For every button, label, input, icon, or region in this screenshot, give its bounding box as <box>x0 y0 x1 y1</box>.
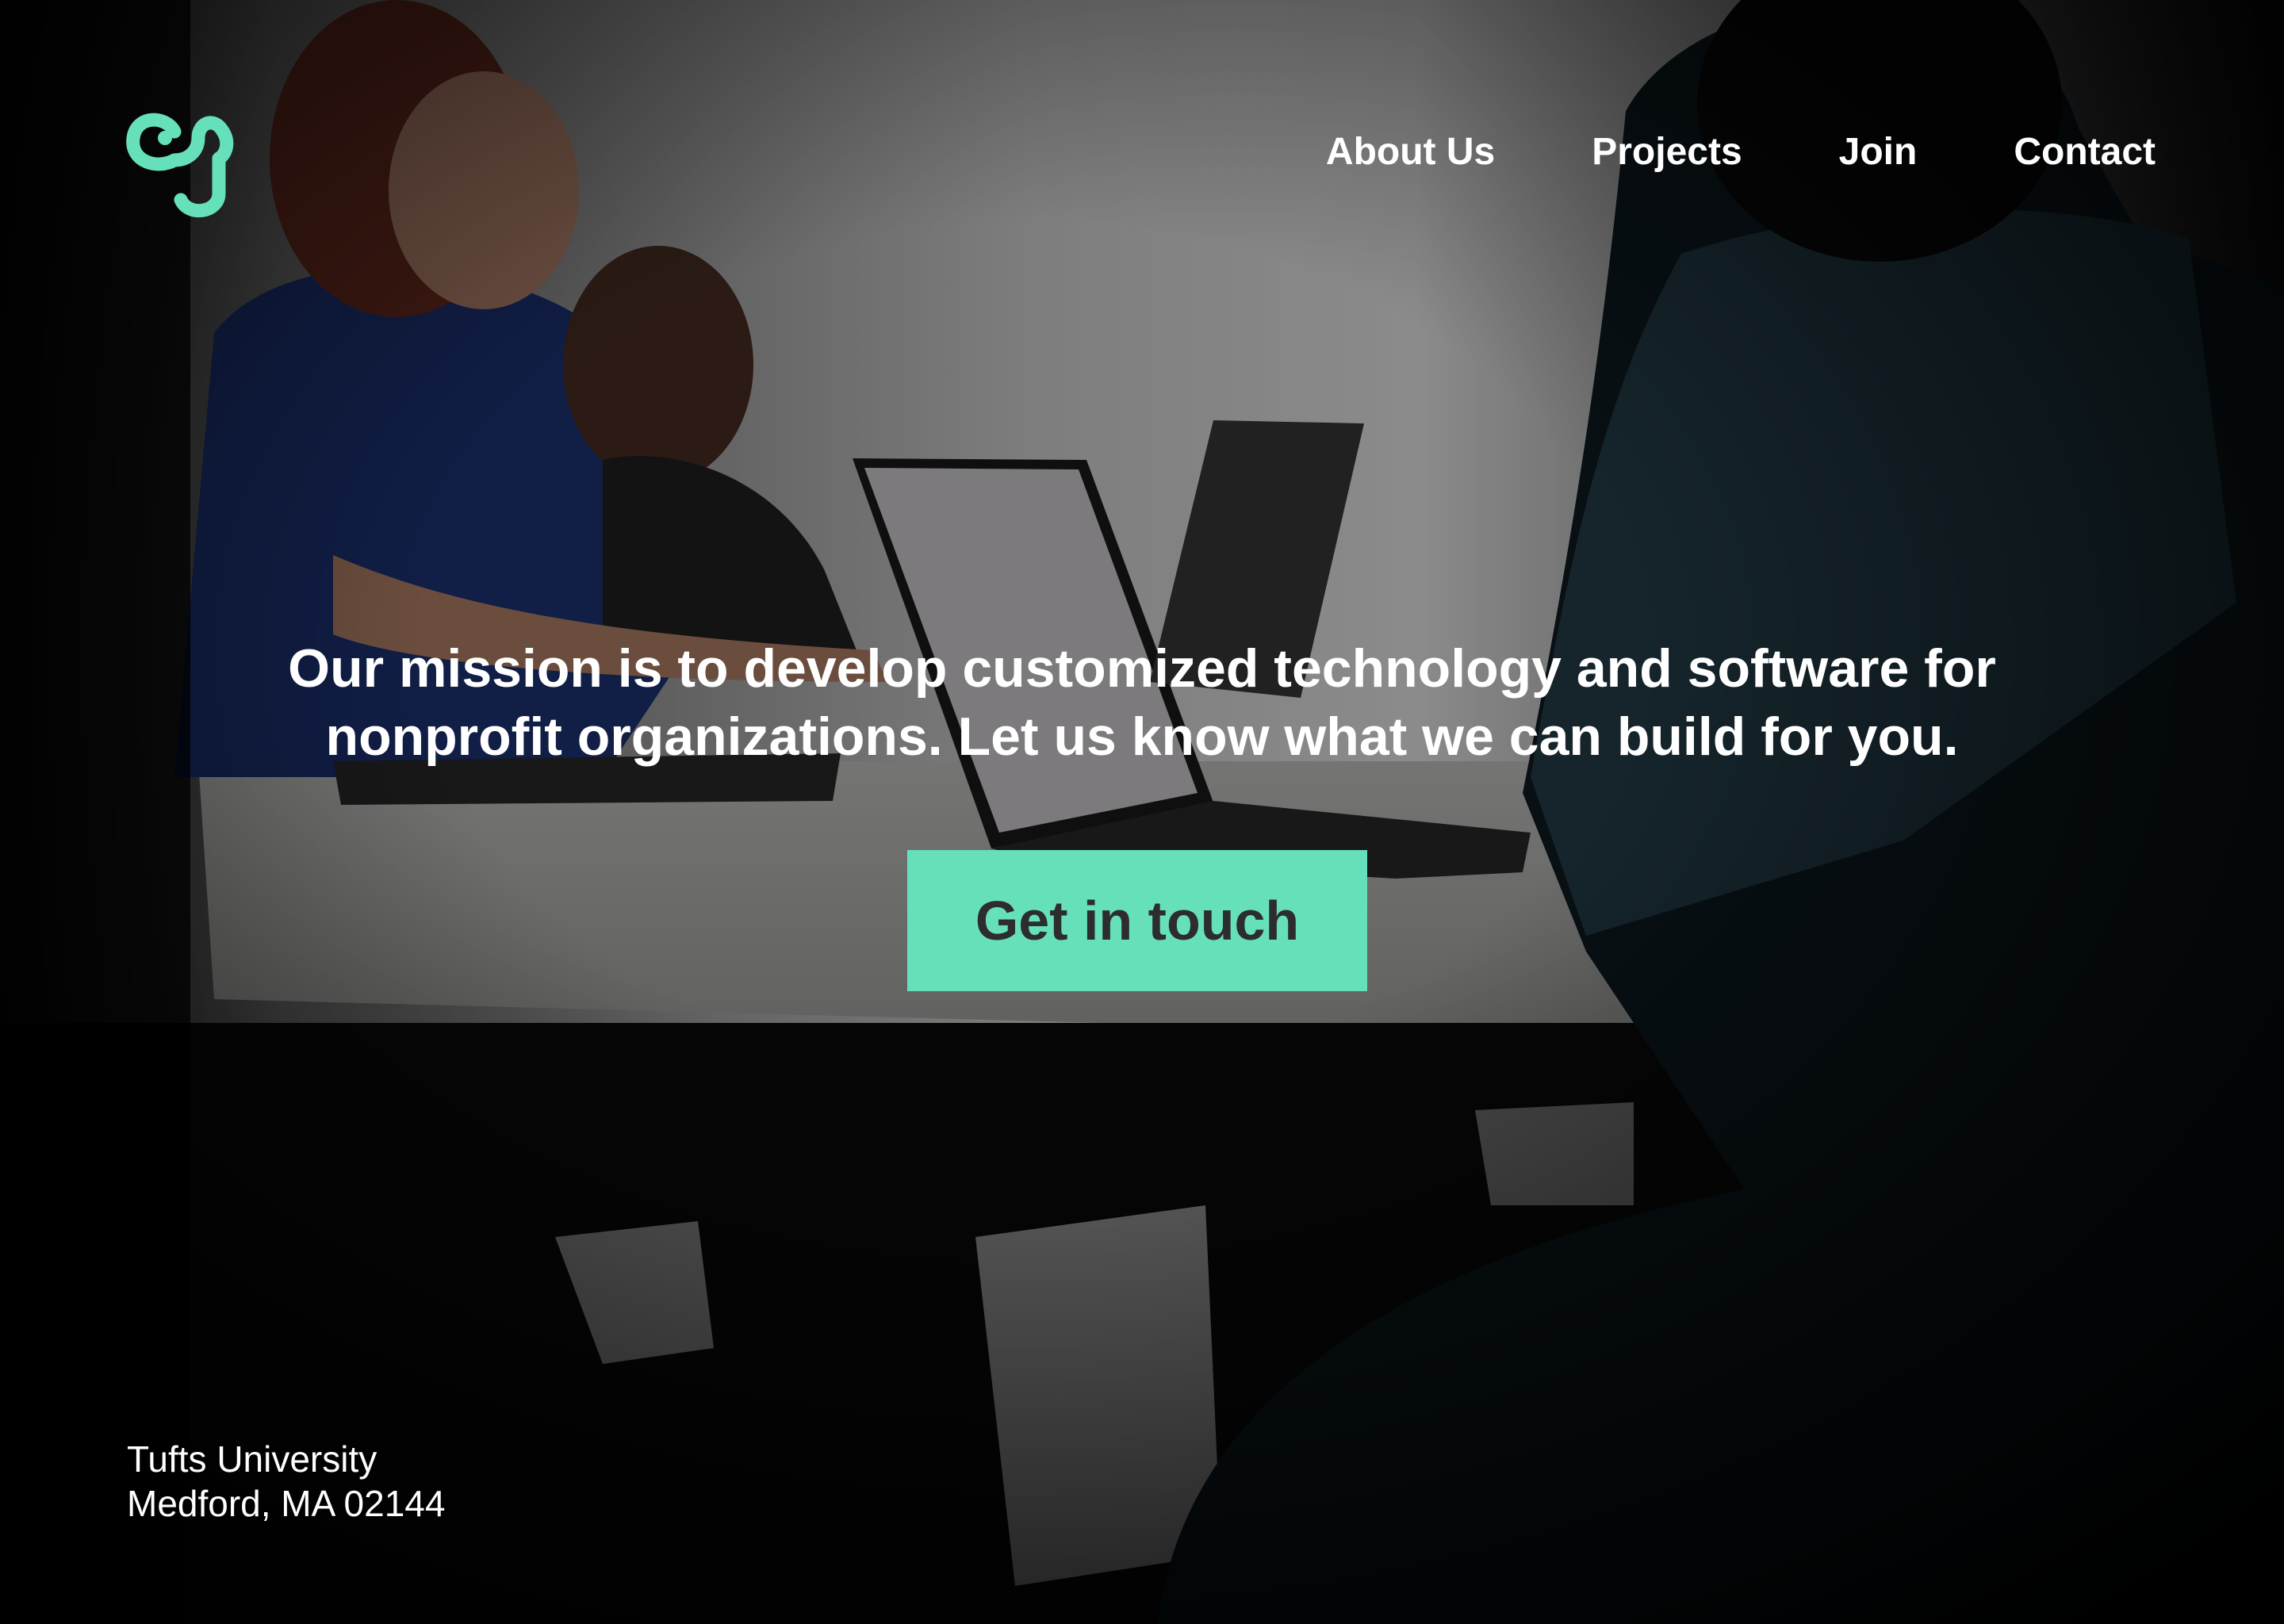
footer-address: Tufts University Medford, MA 02144 <box>127 1437 445 1526</box>
address-line-1: Tufts University <box>127 1438 377 1480</box>
elephant-logo-icon[interactable] <box>125 94 240 220</box>
nav-link-projects[interactable]: Projects <box>1592 130 1742 174</box>
mission-line-2: nonprofit organizations. Let us know wha… <box>325 707 1959 767</box>
nav-link-about-us[interactable]: About Us <box>1326 130 1495 174</box>
mission-line-1: Our mission is to develop customized tec… <box>288 638 1996 699</box>
image-dim-overlay <box>0 0 2284 1624</box>
landing-page: About Us Projects Join Contact Our missi… <box>0 0 2284 1624</box>
main-nav: About Us Projects Join Contact <box>1326 130 2156 174</box>
mission-statement: Our mission is to develop customized tec… <box>0 634 2284 771</box>
get-in-touch-button[interactable]: Get in touch <box>907 850 1367 991</box>
nav-link-contact[interactable]: Contact <box>2014 130 2156 174</box>
address-line-2: Medford, MA 02144 <box>127 1483 446 1524</box>
nav-link-join[interactable]: Join <box>1839 130 1918 174</box>
